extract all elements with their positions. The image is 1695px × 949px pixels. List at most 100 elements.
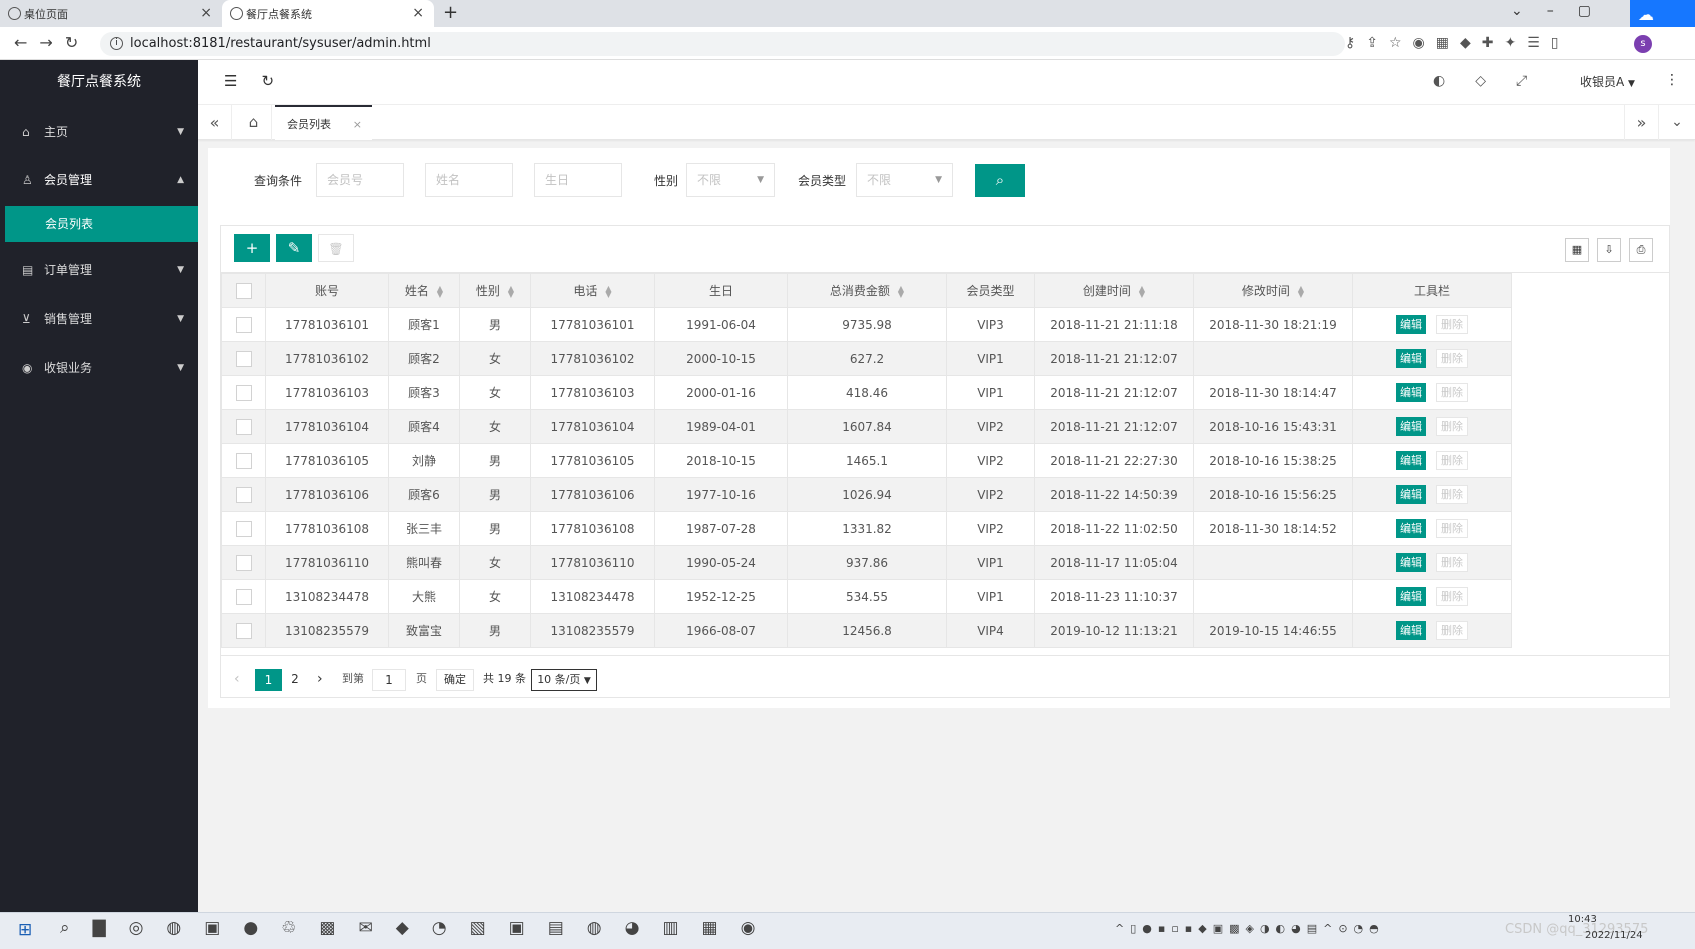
- reload-icon[interactable]: ↻: [65, 33, 90, 52]
- close-icon[interactable]: ×: [353, 107, 362, 142]
- close-tab-icon[interactable]: ×: [200, 5, 212, 21]
- nav-buttons[interactable]: ←→↻: [14, 33, 90, 52]
- chevron-down-icon[interactable]: ⌄: [1658, 105, 1695, 140]
- url-field[interactable]: i localhost:8181/restaurant/sysuser/admi…: [100, 32, 1345, 56]
- sidebar-item-cashier[interactable]: ◉ 收银业务 ▼: [0, 344, 198, 392]
- row-delete-button[interactable]: 删除: [1436, 485, 1468, 504]
- row-delete-button[interactable]: 删除: [1436, 383, 1468, 402]
- row-delete-button[interactable]: 删除: [1436, 553, 1468, 572]
- sort-icon[interactable]: ▲ ▼: [605, 284, 611, 298]
- pager-prev-icon[interactable]: ‹: [234, 669, 240, 691]
- sort-icon[interactable]: ▲ ▼: [437, 284, 443, 298]
- row-edit-button[interactable]: 编辑: [1396, 519, 1426, 538]
- window-controls[interactable]: ⌄–▢: [1511, 3, 1615, 19]
- system-tray-icons[interactable]: ^▯●▪▫▪◆▣▩◈◑◐◕▤^⊙◔◓: [1115, 922, 1385, 935]
- sort-icon[interactable]: ▲ ▼: [898, 284, 904, 298]
- row-select-cell[interactable]: [221, 341, 266, 376]
- gender-select[interactable]: 不限 ▼: [686, 163, 775, 197]
- row-edit-button[interactable]: 编辑: [1396, 417, 1426, 436]
- new-tab-icon[interactable]: +: [443, 2, 458, 23]
- cloud-sync-icon[interactable]: ☁: [1630, 0, 1695, 30]
- sidebar-item-home[interactable]: ⌂ 主页 ▼: [0, 108, 198, 156]
- row-checkbox[interactable]: [235, 486, 252, 503]
- row-checkbox[interactable]: [235, 588, 252, 605]
- row-checkbox[interactable]: [235, 350, 252, 367]
- sort-icon[interactable]: ▲ ▼: [1139, 284, 1145, 298]
- search-button[interactable]: ⌕: [975, 164, 1025, 197]
- row-select-cell[interactable]: [221, 579, 266, 614]
- export-icon[interactable]: ⇩: [1597, 238, 1621, 262]
- back-icon[interactable]: ←: [14, 33, 39, 52]
- sidebar-item-sales-management[interactable]: ⊻ 销售管理 ▼: [0, 295, 198, 343]
- refresh-icon[interactable]: ↻: [261, 72, 298, 90]
- row-edit-button[interactable]: 编辑: [1396, 621, 1426, 640]
- taskbar-apps[interactable]: ⌕▇◎◍▣●♲▩✉◆◔▧▣▤◍◕▥▦◉: [60, 918, 778, 938]
- menu-toggle-icon[interactable]: ☰: [224, 72, 261, 90]
- row-checkbox[interactable]: [235, 622, 252, 639]
- edit-toolbar-button[interactable]: ✎: [276, 234, 312, 262]
- fullscreen-icon[interactable]: ⤢: [1516, 73, 1557, 89]
- row-checkbox[interactable]: [235, 520, 252, 537]
- page-tab-member-list[interactable]: 会员列表 ×: [275, 105, 372, 140]
- pager-next-icon[interactable]: ›: [317, 669, 323, 691]
- browser-tab-restaurant[interactable]: 餐厅点餐系统 ×: [222, 0, 434, 27]
- row-delete-button[interactable]: 删除: [1436, 315, 1468, 334]
- profile-avatar[interactable]: s: [1634, 35, 1652, 53]
- user-menu[interactable]: 收银员A ▼: [1580, 73, 1635, 90]
- double-chevron-right-icon[interactable]: »: [1624, 105, 1658, 140]
- select-all-cell[interactable]: [221, 273, 266, 308]
- add-button[interactable]: +: [234, 234, 270, 262]
- print-icon[interactable]: ⎙: [1629, 238, 1653, 262]
- row-checkbox[interactable]: [235, 554, 252, 571]
- row-select-cell[interactable]: [221, 613, 266, 648]
- forward-icon[interactable]: →: [39, 33, 64, 52]
- double-chevron-left-icon[interactable]: «: [198, 105, 232, 140]
- row-edit-button[interactable]: 编辑: [1396, 349, 1426, 368]
- tag-icon[interactable]: ◇: [1475, 73, 1516, 89]
- pager-size-select[interactable]: 10 条/页 ▼: [531, 669, 597, 691]
- header-left-tools[interactable]: ☰↻: [224, 72, 298, 90]
- row-delete-button[interactable]: 删除: [1436, 417, 1468, 436]
- row-delete-button[interactable]: 删除: [1436, 451, 1468, 470]
- header-right-tools[interactable]: ◐◇⤢: [1433, 73, 1557, 89]
- pager-page-input[interactable]: 1: [372, 669, 406, 691]
- row-delete-button[interactable]: 删除: [1436, 519, 1468, 538]
- row-edit-button[interactable]: 编辑: [1396, 485, 1426, 504]
- row-select-cell[interactable]: [221, 443, 266, 478]
- pager-page-2[interactable]: 2: [287, 669, 303, 691]
- delete-toolbar-button[interactable]: 🗑: [318, 234, 354, 262]
- row-edit-button[interactable]: 编辑: [1396, 451, 1426, 470]
- sidebar-item-order-management[interactable]: ▤ 订单管理 ▼: [0, 246, 198, 294]
- row-delete-button[interactable]: 删除: [1436, 587, 1468, 606]
- pager-confirm-button[interactable]: 确定: [436, 669, 474, 691]
- col-gender[interactable]: 性别 ▲ ▼: [459, 273, 531, 308]
- columns-filter-icon[interactable]: ▦: [1565, 238, 1589, 262]
- row-select-cell[interactable]: [221, 409, 266, 444]
- pager-page-1[interactable]: 1: [255, 669, 282, 691]
- sort-icon[interactable]: ▲ ▼: [1298, 284, 1304, 298]
- row-select-cell[interactable]: [221, 477, 266, 512]
- select-all-checkbox[interactable]: [235, 282, 252, 299]
- member-no-input[interactable]: 会员号: [316, 163, 404, 197]
- row-checkbox[interactable]: [235, 418, 252, 435]
- theme-icon[interactable]: ◐: [1433, 73, 1475, 89]
- row-checkbox[interactable]: [235, 384, 252, 401]
- row-edit-button[interactable]: 编辑: [1396, 553, 1426, 572]
- row-checkbox[interactable]: [235, 316, 252, 333]
- close-tab-icon[interactable]: ×: [412, 5, 424, 21]
- col-created[interactable]: 创建时间 ▲ ▼: [1034, 273, 1194, 308]
- col-modified[interactable]: 修改时间 ▲ ▼: [1193, 273, 1353, 308]
- row-delete-button[interactable]: 删除: [1436, 621, 1468, 640]
- birthday-input[interactable]: 生日: [534, 163, 622, 197]
- col-name[interactable]: 姓名 ▲ ▼: [388, 273, 460, 308]
- row-edit-button[interactable]: 编辑: [1396, 587, 1426, 606]
- row-delete-button[interactable]: 删除: [1436, 349, 1468, 368]
- row-select-cell[interactable]: [221, 307, 266, 342]
- member-type-select[interactable]: 不限 ▼: [856, 163, 953, 197]
- row-select-cell[interactable]: [221, 511, 266, 546]
- row-select-cell[interactable]: [221, 375, 266, 410]
- windows-start-icon[interactable]: ⊞: [18, 920, 32, 940]
- more-options-icon[interactable]: ⋮: [1665, 72, 1679, 88]
- browser-tab-seat-page[interactable]: 桌位页面 ×: [0, 0, 222, 27]
- row-edit-button[interactable]: 编辑: [1396, 315, 1426, 334]
